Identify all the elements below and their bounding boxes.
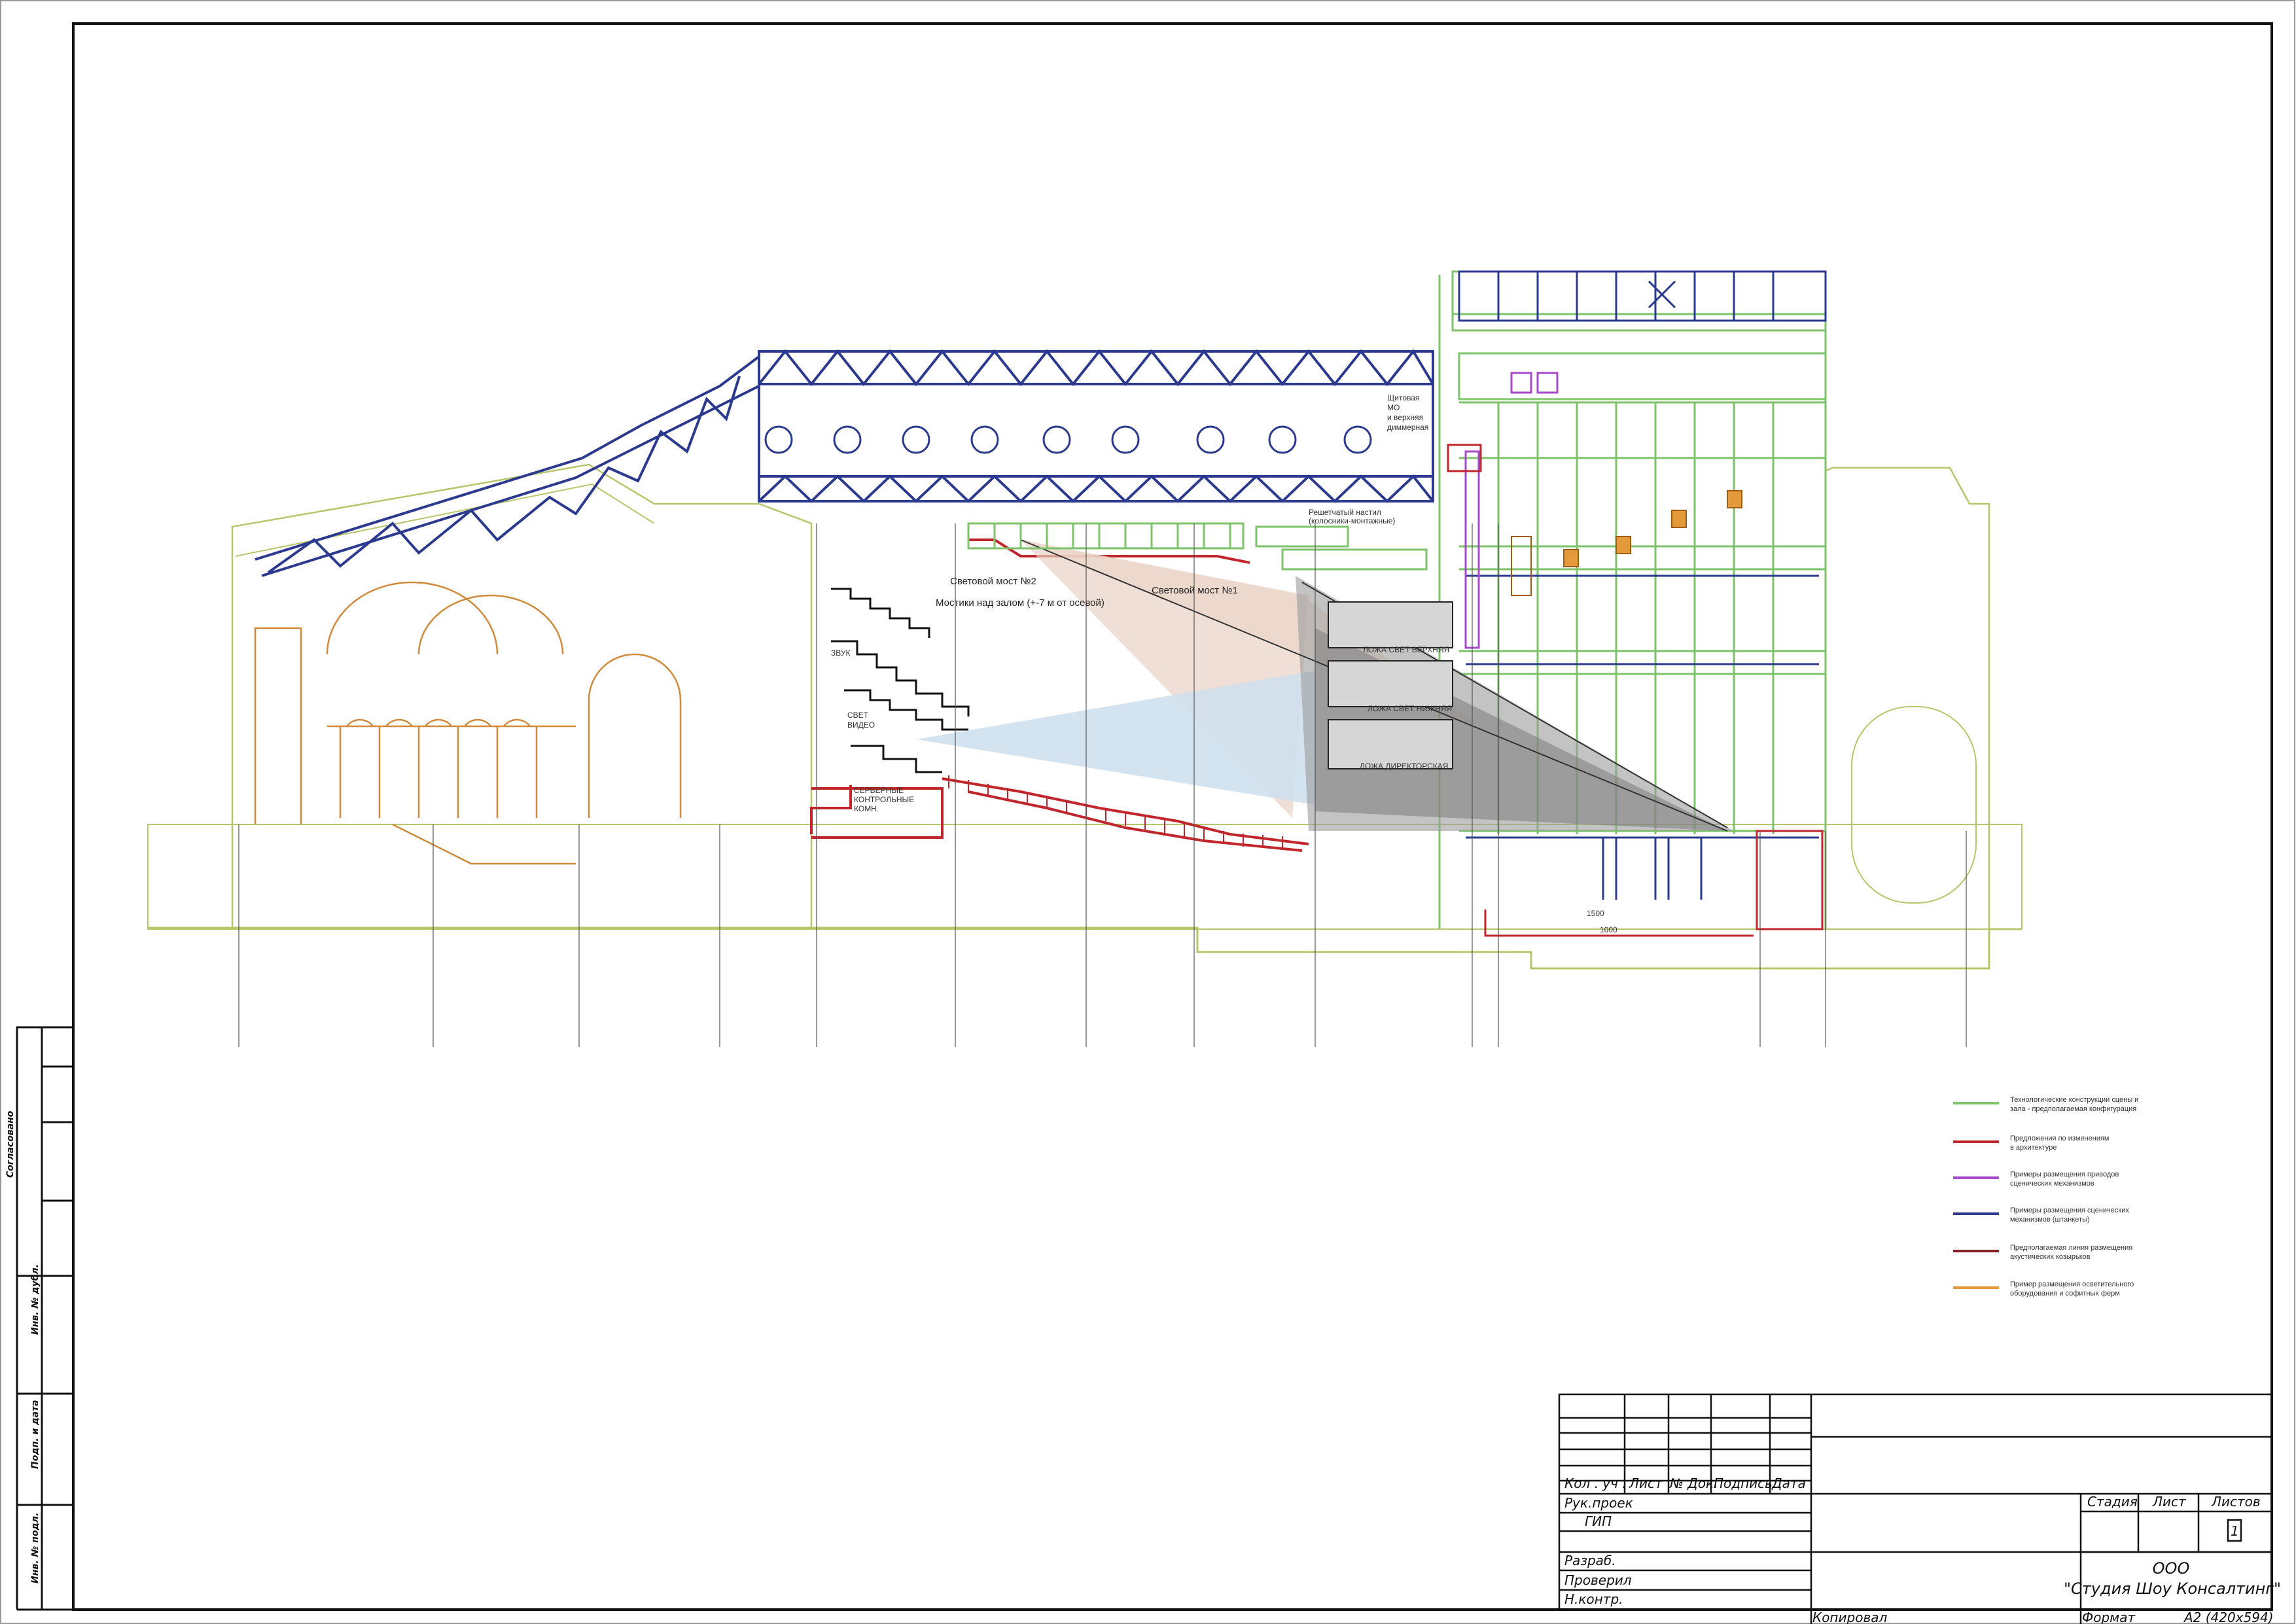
sheet-header: Лист xyxy=(2152,1494,2187,1509)
building-section xyxy=(147,270,2022,1047)
role-chief-engineer: ГИП xyxy=(1585,1513,1612,1529)
side-label-sign: Подп. и дата xyxy=(30,1400,41,1469)
label-switchboard-3: и верхняя xyxy=(1387,413,1423,422)
col-header-qty: Кол . уч . xyxy=(1564,1475,1627,1491)
legend-text: оборудования и софитных ферм xyxy=(2010,1290,2120,1297)
sheet-outer-frame xyxy=(0,0,2295,1624)
role-developer: Разраб. xyxy=(1564,1553,1616,1568)
label-control-2: КОНТРОЛЬНЫЕ xyxy=(854,795,914,804)
label-bridge-2: Световой мост №2 xyxy=(950,576,1036,587)
side-label-dup: Инв. № дубл. xyxy=(30,1264,41,1335)
label-switchboard-2: МО xyxy=(1387,403,1400,412)
label-video: ВИДЕО xyxy=(847,720,875,730)
legend-text: зала - предполагаемая конфигурация xyxy=(2010,1105,2136,1113)
company-line-1: ООО xyxy=(2153,1559,2190,1578)
role-norm-control: Н.контр. xyxy=(1564,1591,1623,1607)
legend-text: Пример размещения осветительного xyxy=(2010,1280,2134,1288)
copied-label: Копировал xyxy=(1812,1610,1887,1624)
sheet-inner-frame xyxy=(72,22,2273,1611)
legend-item: Примеры размещения сценических механизмо… xyxy=(1953,1207,2129,1224)
architecture-proposals xyxy=(1447,444,1824,937)
light-cones xyxy=(916,539,1734,832)
label-bridge-1: Световой мост №1 xyxy=(1152,585,1238,596)
label-switchboard-4: диммерная xyxy=(1387,423,1428,432)
legend-item: Пример размещения осветительного оборудо… xyxy=(1953,1280,2134,1297)
legend-text: Технологические конструкции сцены и xyxy=(2010,1096,2138,1104)
stage-header: Стадия xyxy=(2087,1494,2138,1509)
label-dim-1: 1500 xyxy=(1587,909,1604,918)
legend-text: Примеры размещения сценических xyxy=(2010,1207,2129,1214)
section-drawing-sheet: Световой мост №2 Мостики над залом (+-7 … xyxy=(0,0,2295,1624)
legend-text: Предполагаемая линия размещения xyxy=(2010,1244,2132,1252)
legend-text: в архитектуре xyxy=(2010,1144,2057,1152)
foyer-arches xyxy=(254,581,682,865)
legend-text: Предложения по изменениям xyxy=(2010,1135,2110,1142)
ground-line xyxy=(148,927,2022,970)
stage-drives xyxy=(1464,372,1559,649)
roof-truss-hall xyxy=(758,349,1434,503)
boxes xyxy=(1328,601,1453,769)
label-switchboard-1: Щитовая xyxy=(1387,393,1419,402)
title-block-text: Кол . уч . Лист № Док. Подпись Дата Рук.… xyxy=(1564,1475,2281,1624)
label-box-middle: ЛОЖА СВЕТ НИЖНЯЯ xyxy=(1368,704,1452,713)
label-box-director: ЛОЖА ДИРЕКТОРСКАЯ xyxy=(1360,762,1448,771)
foyer-outline xyxy=(231,463,813,928)
roof-truss-left xyxy=(255,355,760,577)
col-header-sheet: Лист xyxy=(1629,1475,1663,1491)
backstage-arch xyxy=(1851,706,1977,904)
label-light: СВЕТ xyxy=(847,711,869,720)
legend-item: Примеры размещения приводов сценических … xyxy=(1953,1171,2119,1188)
col-header-date: Дата xyxy=(1771,1475,1806,1491)
legend: Технологические конструкции сцены и зала… xyxy=(1953,1096,2138,1297)
basement-outline xyxy=(147,824,2022,930)
side-label-agreed: Согласовано xyxy=(5,1110,16,1178)
role-checker: Проверил xyxy=(1564,1572,1632,1588)
side-strip-labels: Согласовано Инв. № дубл. Подп. и дата Ин… xyxy=(5,1110,41,1583)
lighting-fixtures xyxy=(1511,490,1742,596)
label-grid-deck-1: Решетчатый настил xyxy=(1309,508,1381,517)
role-project-lead: Рук.проек xyxy=(1564,1495,1633,1511)
legend-text: механизмов (штанкеты) xyxy=(2010,1216,2090,1224)
legend-text: акустических козырьков xyxy=(2010,1253,2091,1261)
col-header-doc: № Док. xyxy=(1669,1475,1718,1491)
label-sound: ЗВУК xyxy=(831,648,850,658)
format-label: Формат xyxy=(2082,1610,2136,1624)
legend-text: Примеры размещения приводов xyxy=(2010,1171,2119,1178)
label-dim-2: 1000 xyxy=(1600,925,1617,934)
label-grid-deck-2: (колосники-монтажные) xyxy=(1309,516,1395,525)
balcony-tiers xyxy=(831,588,970,773)
label-control-1: СЕРВЕРНЫЕ xyxy=(854,786,904,795)
legend-item: Технологические конструкции сцены и зала… xyxy=(1953,1096,2138,1113)
side-strip xyxy=(16,1026,75,1611)
label-walkways: Мостики над залом (+-7 м от осевой) xyxy=(936,597,1104,609)
legend-item: Предложения по изменениям в архитектуре xyxy=(1953,1135,2110,1152)
attic-round-windows xyxy=(764,425,1372,454)
side-label-orig: Инв. № подл. xyxy=(30,1513,41,1583)
col-header-signature: Подпись xyxy=(1714,1475,1773,1491)
backstage-outline xyxy=(1825,467,1990,929)
legend-text: сценических механизмов xyxy=(2010,1180,2094,1188)
sheets-count: 1 xyxy=(2231,1523,2239,1539)
sheets-header: Листов xyxy=(2211,1494,2261,1509)
format-value: А2 (420х594) xyxy=(2183,1610,2274,1624)
label-control-3: КОМН. xyxy=(854,804,879,813)
label-box-upper: ЛОЖА СВЕТ ВЕРХНЯЯ xyxy=(1363,645,1449,654)
legend-item: Предполагаемая линия размещения акустиче… xyxy=(1953,1244,2132,1261)
company-line-2: "Студия Шоу Консалтинг" xyxy=(2064,1580,2281,1598)
